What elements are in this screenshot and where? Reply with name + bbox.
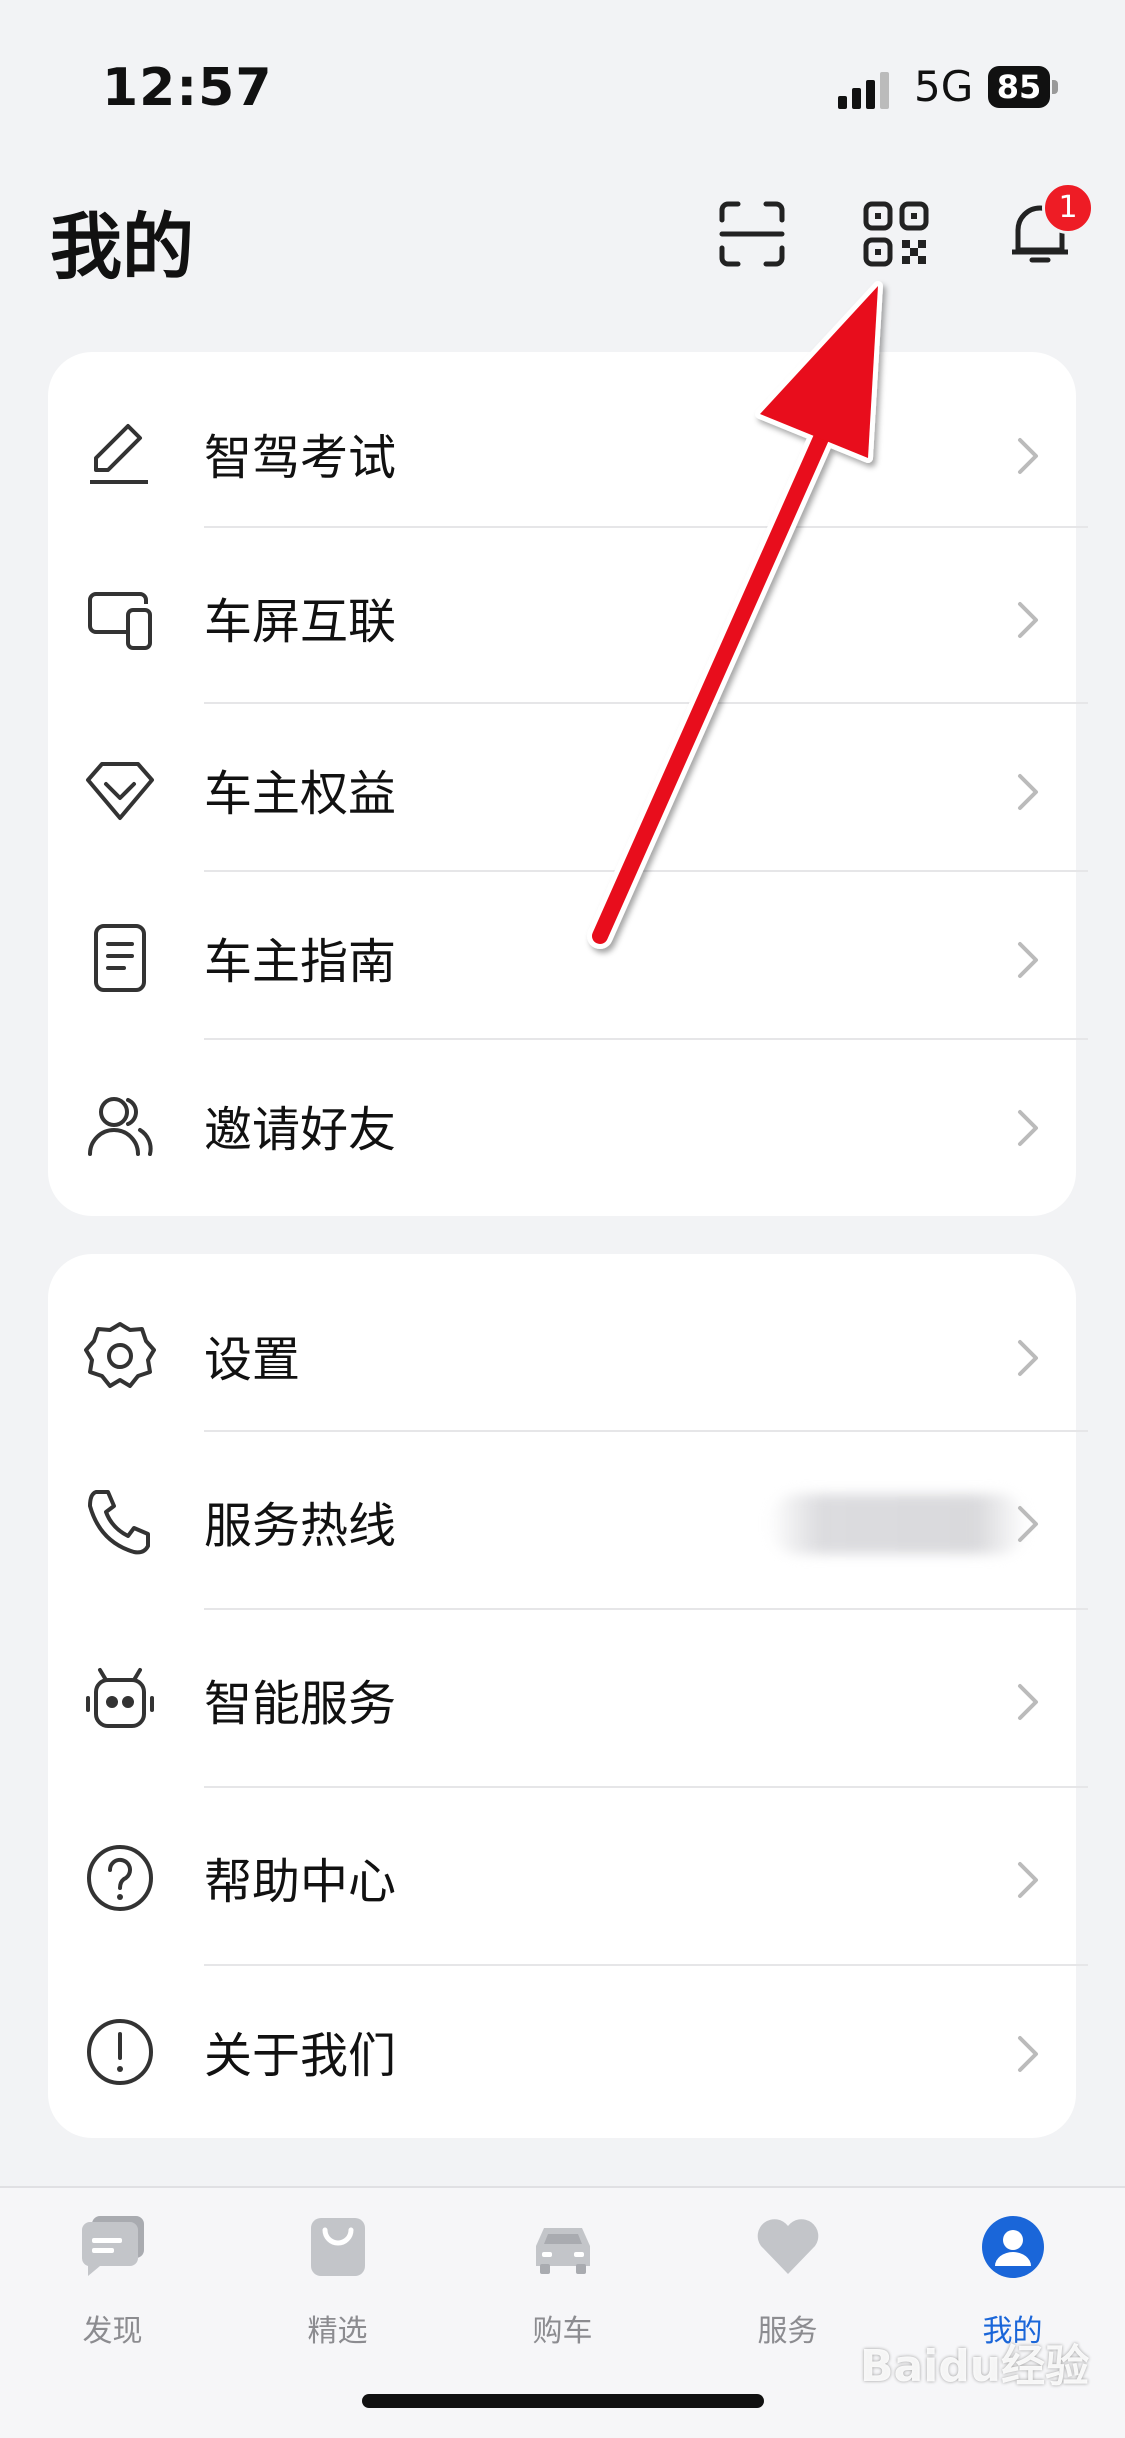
menu-item-invite-friends[interactable]: 邀请好友 bbox=[48, 1040, 1076, 1210]
chevron-right-icon bbox=[1008, 596, 1048, 644]
menu-item-label: 服务热线 bbox=[204, 1498, 397, 1554]
scan-icon[interactable] bbox=[716, 198, 788, 270]
menu-item-smart-service[interactable]: 智能服务 bbox=[48, 1610, 1076, 1780]
tab-discover[interactable]: 发现 bbox=[0, 2212, 225, 2362]
notification-badge: 1 bbox=[1042, 182, 1094, 234]
gear-icon bbox=[84, 1320, 156, 1392]
document-icon bbox=[84, 922, 156, 994]
menu-item-label: 智能服务 bbox=[204, 1676, 397, 1732]
status-bar: 12:57 5G 85 bbox=[0, 0, 1125, 170]
home-indicator[interactable] bbox=[362, 2394, 764, 2408]
menu-item-label: 智驾考试 bbox=[204, 430, 397, 486]
question-icon bbox=[84, 1842, 156, 1914]
battery-level: 85 bbox=[988, 66, 1050, 108]
menu-item-smart-driving-exam[interactable]: 智驾考试 bbox=[48, 352, 1076, 522]
page-title: 我的 bbox=[50, 205, 195, 289]
menu-item-label: 关于我们 bbox=[204, 2028, 397, 2084]
menu-card-primary: 智驾考试 车屏互联 车主权益 车主指南 邀请好友 bbox=[48, 352, 1088, 1216]
menu-item-about-us[interactable]: 关于我们 bbox=[48, 1966, 1076, 2136]
status-time: 12:57 bbox=[102, 58, 273, 118]
watermark-logo: Baidu经验 bbox=[860, 2341, 1090, 2392]
menu-item-settings[interactable]: 设置 bbox=[48, 1254, 1076, 1424]
qr-code-icon[interactable] bbox=[860, 198, 932, 270]
info-icon bbox=[84, 2016, 156, 2088]
menu-item-screen-connect[interactable]: 车屏互联 bbox=[48, 528, 1076, 698]
chevron-right-icon bbox=[1008, 1334, 1048, 1382]
menu-item-service-hotline[interactable]: 服务热线 bbox=[48, 1432, 1076, 1602]
profile-icon bbox=[978, 2212, 1048, 2282]
menu-card-secondary: 设置 服务热线 智能服务 帮助中心 关于我们 bbox=[48, 1254, 1088, 2138]
tab-buy-car[interactable]: 购车 bbox=[450, 2212, 675, 2362]
chevron-right-icon bbox=[1008, 1500, 1048, 1548]
chat-icon bbox=[78, 2212, 148, 2282]
menu-item-label: 设置 bbox=[204, 1332, 301, 1388]
chevron-right-icon bbox=[1008, 1104, 1048, 1152]
hotline-number-redacted bbox=[768, 1494, 1028, 1554]
car-icon bbox=[528, 2212, 598, 2282]
chevron-right-icon bbox=[1008, 1678, 1048, 1726]
bag-icon bbox=[303, 2212, 373, 2282]
tab-label: 购车 bbox=[532, 2314, 593, 2349]
robot-icon bbox=[84, 1664, 156, 1736]
menu-item-help-center[interactable]: 帮助中心 bbox=[48, 1788, 1076, 1958]
menu-item-owner-benefits[interactable]: 车主权益 bbox=[48, 704, 1076, 874]
battery-icon: 85 bbox=[988, 66, 1058, 108]
network-type: 5G bbox=[914, 62, 974, 111]
diamond-icon bbox=[84, 754, 156, 826]
tab-selected[interactable]: 精选 bbox=[225, 2212, 450, 2362]
tab-label: 发现 bbox=[82, 2314, 143, 2349]
menu-item-label: 车屏互联 bbox=[204, 594, 397, 650]
heart-icon bbox=[753, 2212, 823, 2282]
signal-icon bbox=[838, 70, 898, 110]
chevron-right-icon bbox=[1008, 1856, 1048, 1904]
devices-icon bbox=[84, 582, 156, 654]
tab-label: 精选 bbox=[307, 2314, 368, 2349]
pencil-icon bbox=[84, 418, 156, 490]
chevron-right-icon bbox=[1008, 432, 1048, 480]
phone-icon bbox=[84, 1486, 156, 1558]
chevron-right-icon bbox=[1008, 768, 1048, 816]
menu-item-label: 车主指南 bbox=[204, 934, 397, 990]
chevron-right-icon bbox=[1008, 936, 1048, 984]
menu-item-label: 帮助中心 bbox=[204, 1854, 397, 1910]
menu-item-owner-guide[interactable]: 车主指南 bbox=[48, 872, 1076, 1042]
people-icon bbox=[84, 1090, 156, 1162]
menu-item-label: 邀请好友 bbox=[204, 1102, 397, 1158]
menu-item-label: 车主权益 bbox=[204, 766, 397, 822]
chevron-right-icon bbox=[1008, 2030, 1048, 2078]
